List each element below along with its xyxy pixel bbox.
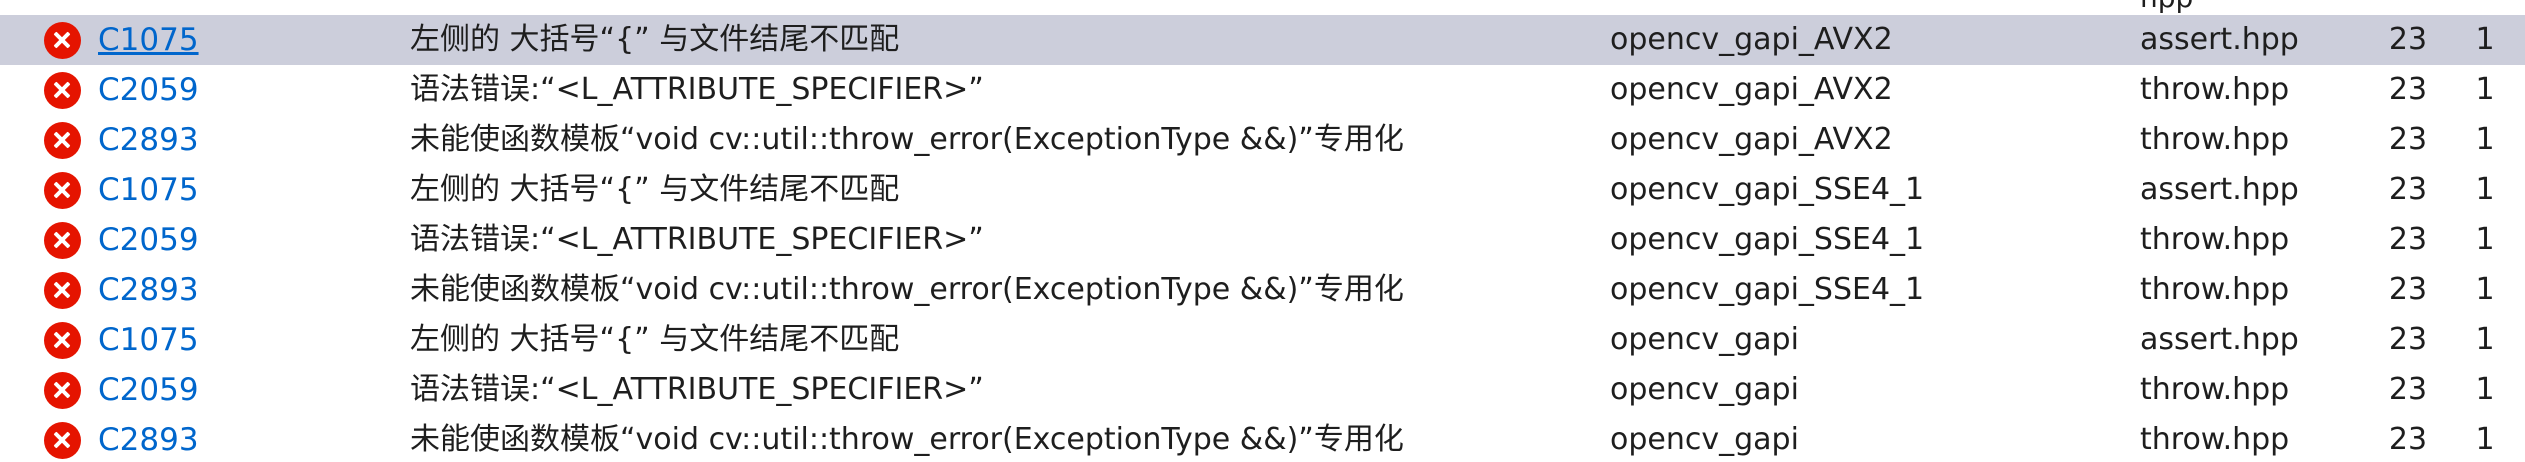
error-icon-cell bbox=[42, 265, 82, 315]
error-file: assert.hpp bbox=[2140, 322, 2299, 357]
table-row[interactable]: C2893 未能使函数模板“void cv::util::throw_error… bbox=[0, 265, 2525, 315]
error-icon bbox=[43, 271, 81, 309]
error-file: throw.hpp bbox=[2140, 222, 2290, 257]
error-icon-cell bbox=[42, 15, 82, 65]
error-code-link[interactable]: C1075 bbox=[98, 165, 199, 215]
error-description: 左侧的 大括号“{” 与文件结尾不匹配 bbox=[410, 322, 900, 357]
error-suppression-state: 1 bbox=[2475, 122, 2495, 157]
error-icon-cell bbox=[42, 215, 82, 265]
error-code-link[interactable]: C2059 bbox=[98, 365, 199, 415]
error-icon bbox=[43, 221, 81, 259]
error-code-link[interactable]: C2059 bbox=[98, 215, 199, 265]
error-icon bbox=[43, 421, 81, 459]
error-description: 左侧的 大括号“{” 与文件结尾不匹配 bbox=[410, 22, 900, 57]
error-code-link[interactable]: C2893 bbox=[98, 115, 199, 165]
error-icon bbox=[43, 171, 81, 209]
error-suppression-state: 1 bbox=[2475, 372, 2495, 407]
error-file: throw.hpp bbox=[2140, 422, 2290, 457]
error-description: 语法错误:“<L_ATTRIBUTE_SPECIFIER>” bbox=[410, 372, 984, 407]
error-file: assert.hpp bbox=[2140, 22, 2299, 57]
error-file: throw.hpp bbox=[2140, 272, 2290, 307]
error-line: 23 bbox=[2388, 72, 2428, 107]
error-line: 23 bbox=[2388, 172, 2428, 207]
error-line: 23 bbox=[2388, 422, 2428, 457]
error-icon bbox=[43, 371, 81, 409]
error-line: 23 bbox=[2388, 22, 2428, 57]
error-icon-cell bbox=[42, 415, 82, 462]
table-row[interactable]: C2893 未能使函数模板“void cv::util::throw_error… bbox=[0, 415, 2525, 462]
error-suppression-state: 1 bbox=[2475, 272, 2495, 307]
error-suppression-state: 1 bbox=[2475, 72, 2495, 107]
error-suppression-state: 1 bbox=[2475, 22, 2495, 57]
error-line: 23 bbox=[2388, 122, 2428, 157]
error-project: opencv_gapi bbox=[1610, 322, 1799, 357]
error-project: opencv_gapi bbox=[1610, 422, 1799, 457]
error-icon bbox=[43, 121, 81, 159]
error-code-link[interactable]: C2893 bbox=[98, 415, 199, 462]
error-project: opencv_gapi_SSE4_1 bbox=[1610, 172, 1925, 207]
error-description: 左侧的 大括号“{” 与文件结尾不匹配 bbox=[410, 172, 900, 207]
error-description: 语法错误:“<L_ATTRIBUTE_SPECIFIER>” bbox=[410, 222, 984, 257]
table-row[interactable]: C2059 语法错误:“<L_ATTRIBUTE_SPECIFIER>” ope… bbox=[0, 215, 2525, 265]
error-file: assert.hpp bbox=[2140, 172, 2299, 207]
error-project: opencv_gapi_AVX2 bbox=[1610, 22, 1893, 57]
error-code-link[interactable]: C1075 bbox=[98, 15, 199, 65]
error-description: 未能使函数模板“void cv::util::throw_error(Excep… bbox=[410, 272, 1404, 307]
error-icon-cell bbox=[42, 365, 82, 415]
error-project: opencv_gapi_AVX2 bbox=[1610, 122, 1893, 157]
error-line: 23 bbox=[2388, 272, 2428, 307]
error-icon bbox=[43, 21, 81, 59]
error-suppression-state: 1 bbox=[2475, 322, 2495, 357]
error-suppression-state: 1 bbox=[2475, 172, 2495, 207]
error-code-link[interactable]: C1075 bbox=[98, 315, 199, 365]
error-line: 23 bbox=[2388, 222, 2428, 257]
error-line: 23 bbox=[2388, 372, 2428, 407]
error-suppression-state: 1 bbox=[2475, 422, 2495, 457]
error-file: throw.hpp bbox=[2140, 122, 2290, 157]
error-project: opencv_gapi_AVX2 bbox=[1610, 72, 1893, 107]
error-icon-cell bbox=[42, 65, 82, 115]
error-line: 23 bbox=[2388, 322, 2428, 357]
error-list-table: hpp C1075 左侧的 大括号“{” 与文件结尾不匹配 opencv_gap… bbox=[0, 0, 2525, 462]
error-icon-cell bbox=[42, 165, 82, 215]
error-project: opencv_gapi_SSE4_1 bbox=[1610, 272, 1925, 307]
error-description: 未能使函数模板“void cv::util::throw_error(Excep… bbox=[410, 122, 1404, 157]
table-row[interactable]: C1075 左侧的 大括号“{” 与文件结尾不匹配 opencv_gapi_AV… bbox=[0, 15, 2525, 65]
table-row[interactable]: C1075 左侧的 大括号“{” 与文件结尾不匹配 opencv_gapi_SS… bbox=[0, 165, 2525, 215]
table-row[interactable]: C2059 语法错误:“<L_ATTRIBUTE_SPECIFIER>” ope… bbox=[0, 65, 2525, 115]
error-suppression-state: 1 bbox=[2475, 222, 2495, 257]
error-icon bbox=[43, 321, 81, 359]
table-row[interactable]: C2059 语法错误:“<L_ATTRIBUTE_SPECIFIER>” ope… bbox=[0, 365, 2525, 415]
table-row[interactable]: C1075 左侧的 大括号“{” 与文件结尾不匹配 opencv_gapi as… bbox=[0, 315, 2525, 365]
error-rows: C1075 左侧的 大括号“{” 与文件结尾不匹配 opencv_gapi_AV… bbox=[0, 15, 2525, 462]
error-code-link[interactable]: C2893 bbox=[98, 265, 199, 315]
error-project: opencv_gapi_SSE4_1 bbox=[1610, 222, 1925, 257]
error-description: 语法错误:“<L_ATTRIBUTE_SPECIFIER>” bbox=[410, 72, 984, 107]
partial-header-text: hpp bbox=[2140, 0, 2193, 12]
error-file: throw.hpp bbox=[2140, 72, 2290, 107]
error-code-link[interactable]: C2059 bbox=[98, 65, 199, 115]
error-file: throw.hpp bbox=[2140, 372, 2290, 407]
error-project: opencv_gapi bbox=[1610, 372, 1799, 407]
error-icon-cell bbox=[42, 315, 82, 365]
error-icon-cell bbox=[42, 115, 82, 165]
error-description: 未能使函数模板“void cv::util::throw_error(Excep… bbox=[410, 422, 1404, 457]
table-row[interactable]: C2893 未能使函数模板“void cv::util::throw_error… bbox=[0, 115, 2525, 165]
error-icon bbox=[43, 71, 81, 109]
